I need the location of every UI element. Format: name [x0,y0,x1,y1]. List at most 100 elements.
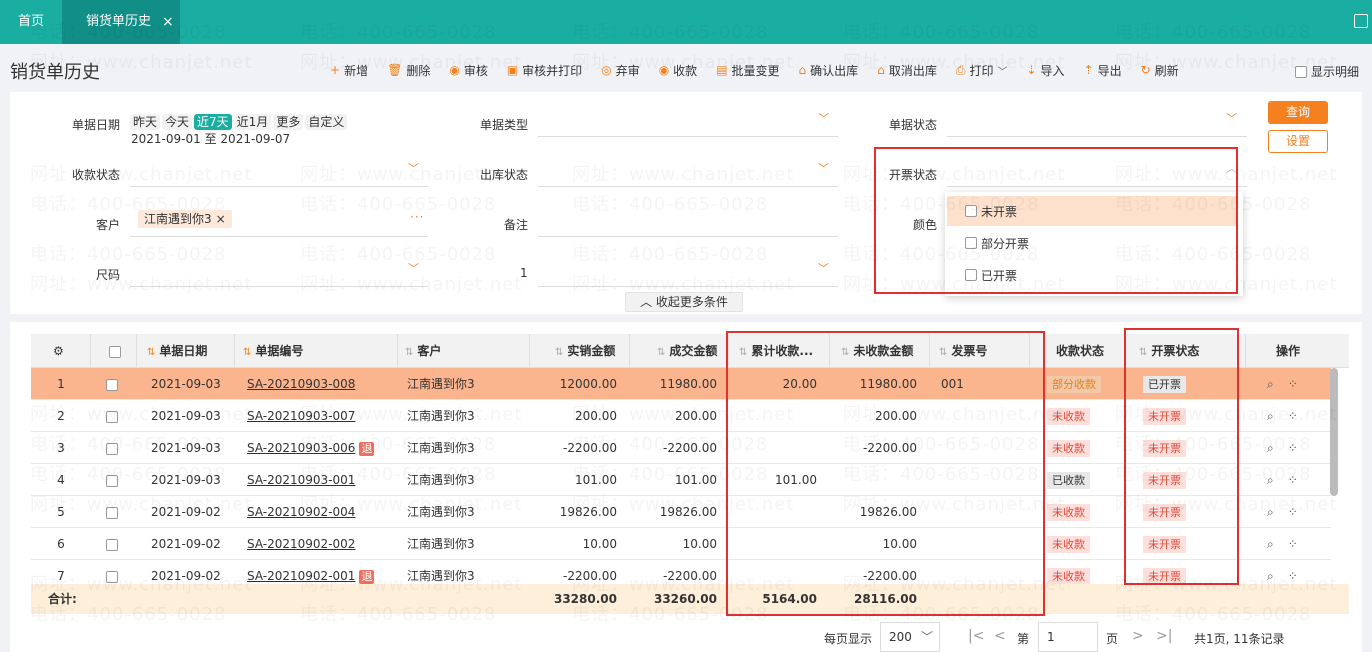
toolbar-button[interactable]: + 新增 [330,62,368,78]
doc-code-link[interactable]: SA-20210902-001 [247,569,355,583]
doc-code[interactable]: SA-20210903-008 [247,368,397,400]
row-checkbox[interactable] [97,368,127,400]
toolbar-button[interactable]: ↻ 刷新 [1141,62,1179,78]
col-code[interactable]: ⇅ 单据编号 [243,334,303,368]
fullscreen-icon[interactable] [1354,14,1368,28]
view-icon[interactable]: ⌕ [1267,377,1288,391]
col-deal[interactable]: ⇅ 成交金额 [657,334,717,368]
collapse-filters-button[interactable]: ︿ 收起更多条件 [625,292,743,312]
toolbar-button[interactable]: ◎ 弃审 [601,62,640,78]
toolbar-button[interactable]: 🗑 删除 [387,62,430,78]
per-page-select[interactable]: 200 ﹀ [880,622,940,652]
more-actions-icon[interactable]: ⁘ [1288,569,1312,583]
doc-code[interactable]: SA-20210903-001 [247,464,397,496]
date-from[interactable]: 2021-09-01 [131,132,201,146]
quick-date-option[interactable]: 近1月 [233,114,272,130]
row-checkbox[interactable] [97,464,127,496]
more-actions-icon[interactable]: ⁘ [1288,409,1312,423]
doc-code-link[interactable]: SA-20210903-007 [247,409,355,423]
row-number: 2 [57,409,65,423]
row-checkbox[interactable] [97,528,127,560]
doc-code[interactable]: SA-20210903-006 退 [247,432,397,464]
col-customer[interactable]: ⇅ 客户 [405,334,441,368]
toolbar-icon: ↻ [1140,63,1151,77]
size-select[interactable] [130,286,428,287]
more-actions-icon[interactable]: ⁘ [1288,377,1312,391]
view-icon[interactable]: ⌕ [1267,569,1288,583]
chevron-down-icon[interactable]: ﹀ [1226,110,1237,126]
pay-status-badge: 部分收款 [1047,376,1101,393]
doc-code-link[interactable]: SA-20210903-008 [247,377,355,391]
view-icon[interactable]: ⌕ [1267,505,1288,519]
toolbar-button[interactable]: ▣ 审核并打印 [507,62,582,78]
toolbar-button[interactable]: ▤ 批量变更 [716,62,779,78]
close-icon[interactable]: × [162,0,174,44]
view-icon[interactable]: ⌕ [1267,473,1288,487]
table-scrollbar[interactable] [1330,368,1338,496]
show-detail-toggle[interactable]: 显示明细 [1295,63,1359,80]
more-actions-icon[interactable]: ⁘ [1288,537,1312,551]
tab-sales-history[interactable]: 销货单历史 × [62,0,180,44]
pay-status-select[interactable] [130,186,428,187]
doc-status-select[interactable] [947,136,1247,137]
view-icon[interactable]: ⌕ [1267,409,1288,423]
doc-code-link[interactable]: SA-20210903-006 [247,441,355,455]
page-suffix: 页 [1106,632,1119,646]
more-actions-icon[interactable]: ⁘ [1288,441,1312,455]
quick-date-option[interactable]: 自定义 [305,114,348,130]
view-icon[interactable]: ⌕ [1267,441,1288,455]
toolbar-button[interactable]: ⇡ 导出 [1084,62,1122,78]
chevron-down-icon[interactable]: ﹀ [408,260,419,276]
quick-date-options: 昨天 今天 近7天 近1月 更多 自定义 [130,114,349,130]
row-actions: ⌕⁘ [1267,528,1327,560]
last-page-icon[interactable]: >| [1156,628,1172,644]
sort-icon: ⇅ [147,347,156,358]
quick-date-option[interactable]: 近7天 [194,114,232,130]
col-actual[interactable]: ⇅ 实销金额 [555,334,615,368]
quick-date-option[interactable]: 今天 [162,114,193,130]
prev-page-icon[interactable]: < [994,628,1006,644]
extra-select[interactable] [538,286,838,287]
doc-code[interactable]: SA-20210902-004 [247,496,397,528]
select-all-checkbox[interactable] [109,334,121,368]
query-button[interactable]: 查询 [1268,101,1328,124]
toolbar-button[interactable]: ◉ 审核 [449,62,488,78]
row-checkbox[interactable] [97,432,127,464]
toolbar-button[interactable]: ⎙ 打印 ﹀ [956,62,1008,78]
toolbar-button[interactable]: ◉ 收款 [659,62,698,78]
quick-date-option[interactable]: 昨天 [130,114,161,130]
toolbar-button[interactable]: ⌂ 确认出库 [799,62,859,78]
doc-code-link[interactable]: SA-20210902-002 [247,537,355,551]
out-status-select[interactable] [538,186,838,187]
close-icon[interactable]: × [216,212,226,226]
settings-button[interactable]: 设置 [1268,130,1328,153]
remark-input[interactable] [538,236,838,237]
col-date[interactable]: ⇅ 单据日期 [147,334,207,368]
quick-date-option[interactable]: 更多 [273,114,304,130]
page-input[interactable]: 1 [1038,622,1098,652]
col-pay-status[interactable]: 收款状态 [1056,334,1104,368]
customer-input[interactable] [130,236,428,237]
chevron-down-icon[interactable]: ﹀ [818,260,829,276]
first-page-icon[interactable]: |< [968,628,984,644]
more-actions-icon[interactable]: ⁘ [1288,505,1312,519]
next-page-icon[interactable]: > [1132,628,1144,644]
date-to[interactable]: 2021-09-07 [220,132,290,146]
toolbar-label: 批量变更 [731,63,780,78]
more-actions-icon[interactable]: ⁘ [1288,473,1312,487]
show-detail-checkbox[interactable] [1295,65,1307,78]
doc-code-link[interactable]: SA-20210902-004 [247,505,355,519]
doc-type-select[interactable] [538,136,838,137]
row-checkbox[interactable] [97,496,127,528]
column-settings-icon[interactable]: ⚙ [53,334,64,368]
doc-code[interactable]: SA-20210902-002 [247,528,397,560]
row-checkbox[interactable] [97,400,127,432]
view-icon[interactable]: ⌕ [1267,537,1288,551]
doc-code[interactable]: SA-20210903-007 [247,400,397,432]
doc-code-link[interactable]: SA-20210903-001 [247,473,355,487]
toolbar-button[interactable]: ⇣ 导入 [1026,62,1064,78]
tab-home[interactable]: 首页 [0,0,62,44]
row-actions: ⌕⁘ [1267,368,1327,400]
chevron-down-icon[interactable]: ﹀ [997,63,1007,78]
toolbar-button[interactable]: ⌂ 取消出库 [877,62,937,78]
